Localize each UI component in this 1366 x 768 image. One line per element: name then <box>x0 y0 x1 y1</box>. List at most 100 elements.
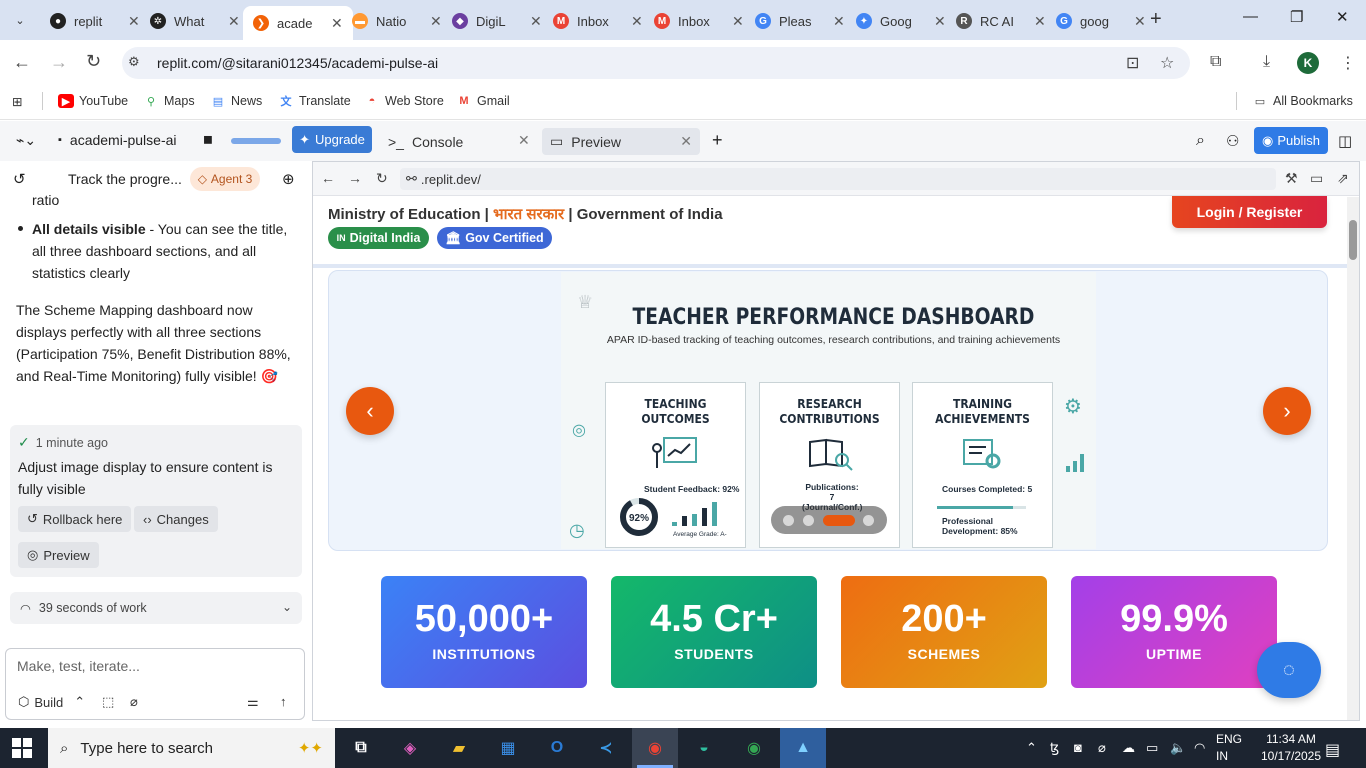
bookmark-maps[interactable]: ⚲ Maps <box>143 92 195 110</box>
login-register-button[interactable]: Login / Register <box>1172 196 1327 228</box>
select-element-icon[interactable]: ⬚ <box>102 694 114 710</box>
wifi-icon[interactable]: ◠ <box>1194 740 1205 756</box>
taskbar-search[interactable]: ⌕ Type here to search ✦✦ <box>48 728 335 768</box>
chrome-menu-icon[interactable]: ⋮ <box>1340 53 1356 73</box>
bookmark-youtube[interactable]: ▶ YouTube <box>58 92 128 110</box>
tab-search-chevron-icon[interactable]: ⌄ <box>8 8 32 32</box>
vscode-icon[interactable]: ≺ <box>592 734 620 762</box>
project-name[interactable]: ▪ academi-pulse-ai <box>58 132 177 148</box>
close-tab-icon[interactable]: ✕ <box>331 15 343 32</box>
browser-tab[interactable]: Ggoog ✕ <box>1046 6 1156 36</box>
apps-grid-icon[interactable]: ⊞ <box>12 92 22 110</box>
copilot-icon[interactable]: ◈ <box>396 734 424 762</box>
tray-meet-icon[interactable]: ◙ <box>1074 740 1082 755</box>
photos-icon[interactable]: ▲ <box>789 734 817 762</box>
browser-tab[interactable]: M Inbox ✕ <box>543 6 653 36</box>
back-icon[interactable]: ← <box>13 52 31 73</box>
browser-tab[interactable]: G Pleas ✕ <box>745 6 855 36</box>
bookmark-translate[interactable]: 文 Translate <box>278 92 351 110</box>
toggle-panel-icon[interactable]: ◫ <box>1338 132 1352 150</box>
outlook-icon[interactable]: O <box>543 734 571 762</box>
notifications-icon[interactable]: ▤ <box>1325 740 1340 760</box>
restore-icon[interactable]: ❐ <box>1290 8 1303 26</box>
site-info-icon[interactable]: ⚙ <box>128 54 140 70</box>
browser-tab[interactable]: ✦ Goog ✕ <box>846 6 956 36</box>
volume-icon[interactable]: 🔈 <box>1170 740 1186 756</box>
preview-scroll-thumb[interactable] <box>1349 220 1357 260</box>
carousel-prev-button[interactable]: ‹ <box>346 387 394 435</box>
reload-icon[interactable]: ↻ <box>86 51 101 72</box>
browser-tab[interactable]: ● replit ✕ <box>40 6 150 36</box>
stop-icon[interactable]: ◼ <box>203 132 213 146</box>
tray-cloud-icon[interactable]: ☁ <box>1122 740 1135 756</box>
browser-tab[interactable]: ◆ DigiL ✕ <box>442 6 552 36</box>
preview-reload-icon[interactable]: ↻ <box>376 170 388 187</box>
bookmark-web-store[interactable]: ◓ Web Store <box>364 92 444 110</box>
close-tab-icon[interactable]: ✕ <box>1034 13 1046 30</box>
address-url[interactable]: replit.com/@sitarani012345/academi-pulse… <box>157 55 438 71</box>
carousel-dot[interactable] <box>783 515 794 526</box>
close-console-tab-icon[interactable]: ✕ <box>518 132 530 149</box>
devtools-icon[interactable]: ⚒ <box>1285 170 1298 187</box>
close-tab-icon[interactable]: ✕ <box>732 13 744 30</box>
chat-fab-button[interactable]: ◌ <box>1257 642 1321 698</box>
bookmark-gmail[interactable]: M Gmail <box>456 92 509 110</box>
preview-back-icon[interactable]: ← <box>321 170 335 186</box>
close-tab-icon[interactable]: ✕ <box>1134 13 1146 30</box>
build-mode-button[interactable]: ⬡ Build ⌃ <box>18 694 85 710</box>
chrome-profile-icon[interactable]: ◉ <box>740 734 768 762</box>
language-indicator[interactable]: ENG IN <box>1216 731 1242 765</box>
changes-button[interactable]: ‹› Changes <box>134 506 218 532</box>
bookmark-news[interactable]: ▤ News <box>210 92 262 110</box>
rollback-button[interactable]: ↺ Rollback here <box>18 506 132 532</box>
search-icon[interactable]: ⌕ <box>1196 132 1205 150</box>
store-icon[interactable]: ▦ <box>494 734 522 762</box>
close-preview-tab-icon[interactable]: ✕ <box>680 133 692 150</box>
carousel-dot[interactable] <box>863 515 874 526</box>
send-arrow-icon[interactable]: ↑ <box>280 694 287 709</box>
file-explorer-icon[interactable]: ▰ <box>445 734 473 762</box>
preview-scrollbar[interactable] <box>1347 197 1359 720</box>
install-app-icon[interactable]: ⊡ <box>1126 53 1139 73</box>
agent-thread-title[interactable]: Track the progre... <box>68 171 182 187</box>
upgrade-button[interactable]: ✦ Upgrade <box>292 126 372 153</box>
browser-tab[interactable]: ✲ What ✕ <box>140 6 250 36</box>
close-tab-icon[interactable]: ✕ <box>228 13 240 30</box>
invite-user-icon[interactable]: ⚇ <box>1226 132 1239 150</box>
downloads-icon[interactable]: ⤓ <box>1263 53 1270 71</box>
windows-start-icon[interactable] <box>12 738 32 758</box>
device-icon[interactable]: ▭ <box>1310 170 1323 187</box>
new-chat-icon[interactable]: ⊕ <box>282 170 295 188</box>
publish-button[interactable]: ◉ Publish <box>1254 127 1328 154</box>
taskbar-clock[interactable]: 11:34 AM 10/17/2025 <box>1256 731 1326 765</box>
browser-tab[interactable]: ▬ Natio ✕ <box>342 6 452 36</box>
browser-tab[interactable]: M Inbox ✕ <box>644 6 754 36</box>
preview-forward-icon[interactable]: → <box>348 170 362 186</box>
work-duration-row[interactable]: ◠ 39 seconds of work ⌄ <box>10 592 302 624</box>
preview-url-field[interactable]: ⚯ .replit.dev/ <box>400 168 1276 190</box>
tray-chevron-icon[interactable]: ⌃ <box>1026 740 1037 756</box>
history-icon[interactable]: ↺ <box>13 170 26 188</box>
agent-input-placeholder[interactable]: Make, test, iterate... <box>17 658 140 674</box>
checkpoint-preview-button[interactable]: ◎ Preview <box>18 542 99 568</box>
replit-menu-icon[interactable]: ⌁⌄ <box>16 132 36 149</box>
new-tab-button[interactable]: + <box>1150 8 1162 31</box>
extensions-icon[interactable]: ⧉ <box>1210 53 1221 71</box>
bookmark-star-icon[interactable]: ☆ <box>1160 53 1174 73</box>
profile-avatar[interactable]: K <box>1297 52 1319 74</box>
carousel-next-button[interactable]: › <box>1263 387 1311 435</box>
edge-icon[interactable]: ◒ <box>690 734 718 762</box>
close-tab-icon[interactable]: ✕ <box>631 13 643 30</box>
tab-preview[interactable]: ▭ Preview ✕ <box>542 128 700 155</box>
task-view-icon[interactable]: ⧉ <box>347 734 375 762</box>
close-tab-icon[interactable]: ✕ <box>934 13 946 30</box>
agent-badge[interactable]: ◇ Agent 3 <box>190 167 260 191</box>
settings-sliders-icon[interactable]: ⚌ <box>247 694 259 710</box>
tab-console[interactable]: >_ Console <box>380 128 471 155</box>
close-tab-icon[interactable]: ✕ <box>430 13 442 30</box>
all-bookmarks-button[interactable]: ▭ All Bookmarks <box>1252 92 1353 110</box>
battery-icon[interactable]: ▭ <box>1146 740 1158 756</box>
forward-icon[interactable]: → <box>50 52 68 73</box>
carousel-dot[interactable] <box>803 515 814 526</box>
tray-network-off-icon[interactable]: ⌀ <box>1098 740 1106 756</box>
